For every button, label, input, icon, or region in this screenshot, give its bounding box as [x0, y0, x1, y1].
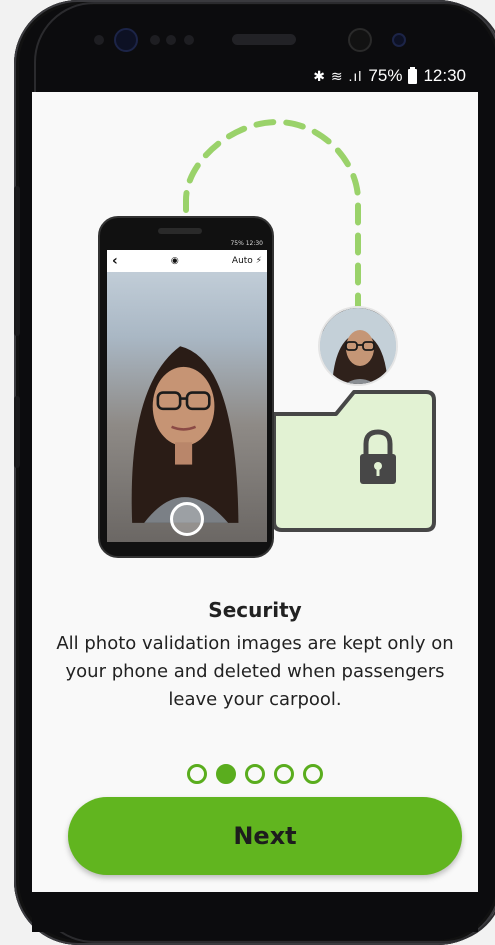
phone-illustration: 75% 12:30 ‹ ◉ Auto ⚡ [98, 216, 274, 558]
page-dot-3[interactable] [245, 764, 265, 784]
security-illustration: 75% 12:30 ‹ ◉ Auto ⚡ [32, 92, 478, 592]
folder-icon [274, 390, 436, 532]
front-camera-icon [114, 28, 138, 52]
camera-icon: ◉ [170, 256, 179, 266]
status-bar: ✱ ≋ .ıl 75% 12:30 [32, 60, 478, 92]
volume-button [14, 186, 20, 336]
mini-speaker [158, 228, 202, 234]
sensor-icon-4 [184, 35, 194, 45]
back-icon: ‹ [112, 253, 118, 269]
mini-camera-view: ‹ ◉ Auto ⚡ [107, 250, 267, 542]
battery-percent: 75% [368, 66, 403, 85]
sensor-icon-3 [166, 35, 176, 45]
page-dot-2-active[interactable] [216, 764, 236, 784]
iris-camera-icon [348, 28, 372, 52]
page-indicator [32, 764, 478, 784]
onboarding-title: Security [208, 598, 302, 622]
onboarding-description: All photo validation images are kept onl… [56, 633, 454, 710]
page-dot-5[interactable] [303, 764, 323, 784]
mini-camera-toolbar: ‹ ◉ Auto ⚡ [107, 250, 267, 272]
next-button[interactable]: Next [68, 797, 462, 875]
page-dot-1[interactable] [187, 764, 207, 784]
bottom-bezel [32, 892, 478, 932]
avatar-icon [318, 306, 398, 386]
flash-label: Auto ⚡ [231, 256, 262, 266]
speaker-grille [232, 34, 296, 45]
iris-sensor-icon [392, 33, 406, 47]
sensor-icon [94, 35, 104, 45]
mini-status: 75% 12:30 [230, 240, 263, 247]
sensor-icon-2 [150, 35, 160, 45]
battery-icon [408, 66, 418, 84]
bixby-button [14, 396, 20, 468]
shutter-button-icon [170, 502, 204, 536]
page-dot-4[interactable] [274, 764, 294, 784]
clock: 12:30 [423, 66, 466, 85]
connectivity-icons: ✱ ≋ .ıl [313, 67, 363, 84]
app-screen: 75% 12:30 ‹ ◉ Auto ⚡ Security All photo … [32, 92, 478, 892]
